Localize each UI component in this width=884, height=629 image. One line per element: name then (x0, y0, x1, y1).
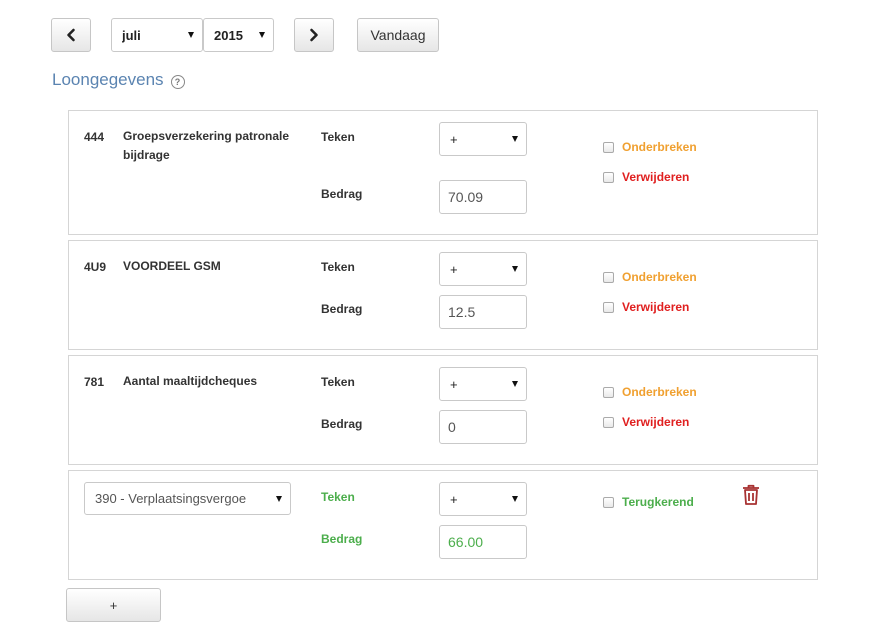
interrupt-label: Onderbreken (622, 140, 697, 154)
chevron-down-icon (512, 496, 518, 502)
chevron-down-icon (259, 32, 265, 38)
chevron-down-icon (512, 136, 518, 142)
row-code: 781 (84, 375, 105, 389)
chevron-left-icon (67, 28, 75, 42)
amount-input[interactable]: 12.5 (439, 295, 527, 329)
sign-select-value: + (450, 261, 458, 277)
previous-month-button[interactable] (51, 18, 91, 52)
interrupt-checkbox[interactable]: Onderbreken (603, 270, 697, 284)
trash-icon (743, 484, 759, 505)
today-button[interactable]: Vandaag (357, 18, 439, 52)
next-month-button[interactable] (294, 18, 334, 52)
month-select[interactable]: juli (111, 18, 203, 52)
section-title-text: Loongegevens (52, 70, 164, 89)
amount-label: Bedrag (321, 302, 363, 316)
code-select[interactable]: 390 - Verplaatsingsvergoe (84, 482, 291, 515)
add-row-button[interactable]: + (66, 588, 161, 622)
section-title: Loongegevens ? (52, 70, 185, 90)
interrupt-checkbox[interactable]: Onderbreken (603, 140, 697, 154)
checkbox-box[interactable] (603, 416, 614, 428)
chevron-down-icon (512, 381, 518, 387)
sign-select[interactable]: + (439, 252, 527, 286)
payroll-row: 781 Aantal maaltijdcheques Teken + Bedra… (68, 355, 818, 465)
row-description: Aantal maaltijdcheques (123, 374, 258, 388)
interrupt-label: Onderbreken (622, 270, 697, 284)
sign-label: Teken (321, 130, 355, 144)
checkbox-box[interactable] (603, 496, 614, 508)
delete-label: Verwijderen (622, 300, 690, 314)
sign-label: Teken (321, 375, 355, 389)
row-description: Groepsverzekering patronale bijdrage (123, 129, 290, 162)
sign-select-value: + (450, 491, 458, 507)
chevron-down-icon (276, 495, 282, 502)
sign-select[interactable]: + (439, 122, 527, 156)
month-select-value: juli (122, 27, 141, 43)
sign-label: Teken (321, 260, 355, 274)
row-code: 444 (84, 130, 105, 144)
interrupt-label: Onderbreken (622, 385, 697, 399)
help-icon[interactable]: ? (170, 74, 185, 89)
recurring-label: Terugkerend (622, 495, 694, 509)
sign-select[interactable]: + (439, 482, 527, 516)
chevron-down-icon (512, 266, 518, 272)
amount-input[interactable]: 70.09 (439, 180, 527, 214)
delete-label: Verwijderen (622, 415, 690, 429)
amount-input[interactable]: 0 (439, 410, 527, 444)
chevron-right-icon (310, 28, 318, 42)
checkbox-box[interactable] (603, 171, 614, 183)
row-description: VOORDEEL GSM (123, 259, 221, 273)
sign-select-value: + (450, 376, 458, 392)
delete-label: Verwijderen (622, 170, 690, 184)
checkbox-box[interactable] (603, 301, 614, 313)
recurring-checkbox[interactable]: Terugkerend (603, 495, 694, 509)
year-select[interactable]: 2015 (203, 18, 274, 52)
sign-select[interactable]: + (439, 367, 527, 401)
today-button-label: Vandaag (370, 27, 426, 43)
delete-checkbox[interactable]: Verwijderen (603, 170, 689, 184)
chevron-down-icon (188, 32, 194, 38)
checkbox-box[interactable] (603, 386, 614, 398)
amount-input[interactable]: 66.00 (439, 525, 527, 559)
sign-select-value: + (450, 131, 458, 147)
delete-checkbox[interactable]: Verwijderen (603, 415, 689, 429)
new-payroll-row: 390 - Verplaatsingsvergoe Teken + Bedrag… (68, 470, 818, 580)
code-select-value: 390 - Verplaatsingsvergoe (95, 491, 247, 506)
checkbox-box[interactable] (603, 141, 614, 153)
sign-label: Teken (321, 490, 355, 504)
row-code: 4U9 (84, 260, 107, 274)
payroll-row: 444 Groepsverzekering patronale bijdrage… (68, 110, 818, 235)
delete-checkbox[interactable]: Verwijderen (603, 300, 689, 314)
amount-label: Bedrag (321, 417, 363, 431)
checkbox-box[interactable] (603, 271, 614, 283)
add-row-button-label: + (109, 597, 118, 613)
year-select-value: 2015 (214, 27, 243, 43)
amount-label: Bedrag (321, 187, 363, 201)
interrupt-checkbox[interactable]: Onderbreken (603, 385, 697, 399)
delete-row-button[interactable] (741, 484, 761, 506)
amount-label: Bedrag (321, 532, 363, 546)
payroll-row: 4U9 VOORDEEL GSM Teken + Bedrag 12.5 Ond… (68, 240, 818, 350)
